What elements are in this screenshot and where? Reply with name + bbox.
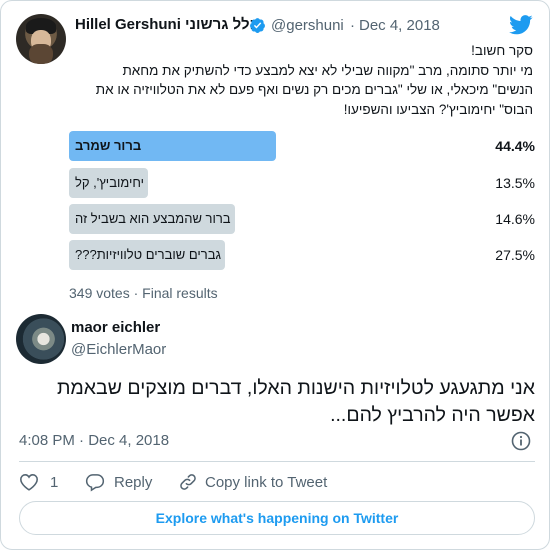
poll-option-label: גברים שוברים טלוויזיות??? — [75, 247, 222, 262]
author-avatar[interactable] — [16, 14, 66, 64]
reply-timestamp[interactable]: 4:08 PM · Dec 4, 2018 — [19, 432, 169, 449]
tweet-text-line: מי יותר סתומה, מרב "מקווה שבילי לא יצא ל… — [122, 62, 533, 78]
poll-option-percent: 13.5% — [495, 175, 535, 191]
poll-option: יחימוביץ', קל 13.5% — [69, 168, 535, 198]
poll-option-percent: 27.5% — [495, 247, 535, 263]
reply-author-handle[interactable]: @EichlerMaor — [71, 341, 166, 358]
author-name[interactable]: Hillel Gershuni הלל גרשוני — [75, 16, 260, 33]
tweet-text: סקר חשוב! מי יותר סתומה, מרב "מקווה שביל… — [61, 41, 533, 119]
heart-icon[interactable] — [19, 473, 39, 491]
poll-option-percent: 44.4% — [495, 138, 535, 154]
poll-option-label: יחימוביץ', קל — [75, 175, 145, 190]
twitter-bird-icon[interactable] — [509, 15, 533, 35]
reply-author-name[interactable]: maor eichler — [71, 319, 160, 336]
explore-twitter-button[interactable]: Explore what's happening on Twitter — [19, 501, 535, 535]
verified-badge-icon — [250, 18, 265, 33]
poll-option-label: ברור שהמבצע הוא בשביל זה — [75, 211, 231, 226]
info-icon[interactable] — [511, 431, 531, 451]
reply-icon[interactable] — [85, 472, 105, 492]
tweet-text-line: הנשים" מיכאלי, או שלי "גברים מכים רק נשי… — [95, 82, 533, 97]
poll-option: ברור שהמבצע הוא בשביל זה 14.6% — [69, 204, 535, 234]
tweet-text-line: סקר חשוב! — [471, 43, 533, 58]
copy-link-button[interactable]: Copy link to Tweet — [205, 474, 327, 491]
author-handle[interactable]: @gershuni — [271, 17, 344, 34]
poll-results-meta: 349 votes · Final results — [69, 285, 218, 301]
poll-option: גברים שוברים טלוויזיות??? 27.5% — [69, 240, 535, 270]
poll-option-label: ברור שמרב — [75, 138, 142, 153]
tweet-text-line: הבוס" יחימוביץ'? הצביעו והשפיעו! — [343, 101, 533, 117]
link-icon[interactable] — [178, 472, 198, 492]
poll-option: ברור שמרב 44.4% — [69, 131, 535, 161]
divider — [19, 461, 535, 462]
header-separator: · — [350, 17, 355, 34]
poll-option-percent: 14.6% — [495, 211, 535, 227]
tweet-embed-card: Hillel Gershuni הלל גרשוני @gershuni · D… — [0, 0, 550, 550]
reply-author-avatar[interactable] — [16, 314, 66, 364]
reply-button[interactable]: Reply — [114, 474, 152, 491]
reply-text: אני מתגעגע לטלויזיות הישנות האלו, דברים … — [56, 377, 535, 426]
like-count[interactable]: 1 — [50, 474, 58, 491]
tweet-date[interactable]: Dec 4, 2018 — [359, 17, 440, 34]
